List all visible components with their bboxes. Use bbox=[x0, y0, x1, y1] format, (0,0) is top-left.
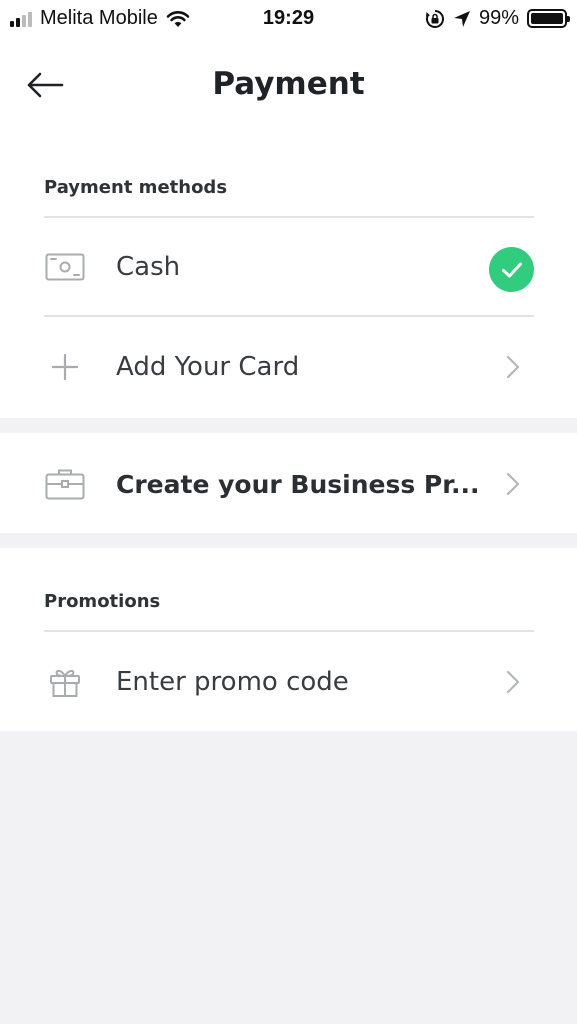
battery-icon bbox=[527, 9, 570, 28]
divider bbox=[44, 315, 534, 317]
battery-percent: 99% bbox=[478, 7, 519, 29]
business-profile-label: Create your Business Pr... bbox=[116, 469, 480, 499]
promotions-label: Promotions bbox=[44, 591, 161, 612]
battery-level bbox=[531, 13, 563, 24]
chevron-right-icon bbox=[500, 318, 526, 416]
promo-code-label: Enter promo code bbox=[116, 667, 349, 697]
promotions-section: Promotions Enter promo code bbox=[0, 548, 577, 731]
create-business-profile-button[interactable]: Create your Business Pr... bbox=[0, 435, 577, 533]
plus-icon bbox=[44, 318, 86, 416]
add-card-label: Add Your Card bbox=[116, 352, 300, 382]
status-right: 99% bbox=[425, 7, 570, 30]
payment-methods-label: Payment methods bbox=[44, 177, 228, 198]
payment-method-cash[interactable]: Cash bbox=[0, 218, 577, 316]
add-card-button[interactable]: Add Your Card bbox=[0, 318, 577, 416]
chevron-right-icon bbox=[500, 435, 526, 533]
cash-icon bbox=[44, 218, 86, 316]
payment-methods-section: Payment methods Cash Add Your Card bbox=[0, 138, 577, 418]
page-title: Payment bbox=[212, 66, 365, 102]
enter-promo-code-button[interactable]: Enter promo code bbox=[0, 633, 577, 731]
status-bar: Melita Mobile 19:29 99% bbox=[0, 0, 577, 38]
header: Payment bbox=[0, 38, 577, 138]
briefcase-icon bbox=[44, 435, 86, 533]
chevron-right-icon bbox=[500, 633, 526, 731]
business-profile-section: Create your Business Pr... bbox=[0, 433, 577, 533]
rotation-lock-icon bbox=[425, 9, 444, 28]
selected-checkmark-icon bbox=[489, 247, 534, 292]
gift-icon bbox=[44, 633, 86, 731]
cash-label: Cash bbox=[116, 252, 181, 282]
divider bbox=[44, 630, 534, 632]
location-arrow-icon bbox=[453, 10, 470, 27]
